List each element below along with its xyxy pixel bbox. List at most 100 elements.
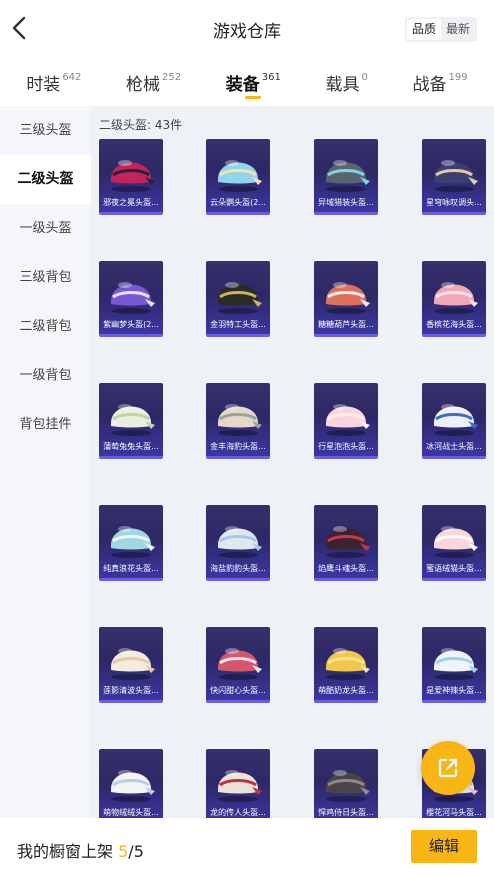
helmet-item-card[interactable]: 是爱神辣头盔... — [422, 627, 486, 703]
helmet-item-card[interactable]: 星穹咏叹调头... — [422, 139, 486, 215]
tab-count: 199 — [448, 72, 468, 83]
sort-option-newest[interactable]: 最新 — [441, 19, 475, 40]
helmet-item-card[interactable]: 香槟花海头盔... — [422, 261, 486, 337]
helmet-icon — [218, 770, 262, 802]
header: 游戏仓库 品质 最新 — [0, 0, 494, 58]
helmet-item-card[interactable]: 快闪甜心头盔... — [206, 627, 270, 703]
tab-label: 装备 — [225, 75, 260, 95]
helmet-item-card[interactable]: 海盐豹豹头盔... — [206, 505, 270, 581]
tab-vehicles[interactable]: 载具 0 — [326, 58, 368, 106]
sidebar-item-backpack-lv1[interactable]: 一级背包 — [0, 351, 91, 400]
helmet-item-name: 萌酷奶龙头盔... — [318, 686, 374, 695]
helmet-item-card[interactable]: 行星泡泡头盔... — [314, 383, 378, 459]
helmet-item-card[interactable]: 邪夜之冕头盔... — [99, 139, 163, 215]
sidebar-item-helmet-lv1[interactable]: 一级头盔 — [0, 204, 91, 253]
helmet-item-card[interactable]: 紫幽梦头盔(2... — [99, 261, 163, 337]
helmet-item-card[interactable]: 悍鸡侍日头盔... — [314, 749, 378, 818]
helmet-item-card[interactable]: 云朵鹦头盔(2... — [206, 139, 270, 215]
helmet-item-card[interactable]: 焰鹰斗魂头盔... — [314, 505, 378, 581]
helmet-icon — [111, 282, 155, 314]
sort-option-quality[interactable]: 品质 — [407, 19, 441, 40]
tab-count: 361 — [261, 72, 281, 83]
helmet-item-card[interactable]: 异域猎装头盔... — [314, 139, 378, 215]
helmet-icon — [218, 282, 262, 314]
helmet-icon — [326, 770, 370, 802]
helmet-item-name: 快闪甜心头盔... — [210, 686, 266, 695]
tab-label: 枪械 — [126, 75, 161, 95]
tab-fashion[interactable]: 时装 642 — [26, 58, 81, 106]
tab-label: 时装 — [26, 75, 61, 95]
edit-button[interactable]: 编辑 — [411, 830, 477, 863]
helmet-item-name: 云朵鹦头盔(2... — [210, 198, 266, 207]
tab-supplies[interactable]: 战备 199 — [413, 58, 468, 106]
helmet-item-card[interactable]: 莲影清波头盔... — [99, 627, 163, 703]
helmet-item-name: 紫幽梦头盔(2... — [103, 320, 159, 329]
helmet-icon — [434, 648, 478, 680]
tab-label: 载具 — [325, 75, 360, 95]
helmet-icon — [326, 648, 370, 680]
helmet-item-name: 金羽特工头盔... — [210, 320, 266, 329]
helmet-item-card[interactable]: 纯真浪花头盔... — [99, 505, 163, 581]
helmet-item-name: 蒲萄兔兔头盔... — [103, 442, 159, 451]
helmet-icon — [111, 404, 155, 436]
helmet-icon — [434, 526, 478, 558]
helmet-icon — [111, 770, 155, 802]
item-count-label: 二级头盔: 43件 — [99, 118, 183, 132]
sidebar-item-backpack-lv3[interactable]: 三级背包 — [0, 253, 91, 302]
tab-equipment[interactable]: 装备 361 — [226, 58, 281, 106]
sidebar-item-helmet-lv3[interactable]: 三级头盔 — [0, 106, 91, 155]
helmet-item-name: 是爱神辣头盔... — [426, 686, 482, 695]
helmet-item-name: 邪夜之冕头盔... — [103, 198, 159, 207]
tab-firearms[interactable]: 枪械 252 — [126, 58, 181, 106]
sidebar-item-backpack-charm[interactable]: 背包挂件 — [0, 400, 91, 449]
helmet-item-name: 行星泡泡头盔... — [318, 442, 374, 451]
tab-count: 0 — [361, 72, 368, 83]
helmet-item-name: 龙的传人头盔... — [210, 808, 266, 817]
share-button[interactable] — [421, 741, 475, 795]
helmet-item-card[interactable]: 萌物绒绒头盔... — [99, 749, 163, 818]
helmet-icon — [326, 160, 370, 192]
helmet-icon — [111, 526, 155, 558]
helmet-icon — [218, 648, 262, 680]
helmet-item-name: 蜜语绒猫头盔... — [426, 564, 482, 573]
tab-active-indicator — [245, 96, 262, 99]
sort-toggle: 品质 最新 — [405, 17, 477, 42]
showcase-total-count: /5 — [128, 842, 144, 861]
helmet-item-card[interactable]: 冰河战士头盔... — [422, 383, 486, 459]
helmet-item-name: 异域猎装头盔... — [318, 198, 374, 207]
helmet-item-name: 星穹咏叹调头... — [426, 198, 482, 207]
sidebar: 三级头盔 二级头盔 一级头盔 三级背包 二级背包 一级背包 背包挂件 — [0, 106, 91, 818]
share-icon — [438, 758, 458, 778]
helmet-item-name: 焰鹰斗魂头盔... — [318, 564, 374, 573]
helmet-item-card[interactable]: 蜜语绒猫头盔... — [422, 505, 486, 581]
bottom-bar: 我的橱窗上架 5/5 编辑 — [0, 818, 494, 875]
sidebar-item-helmet-lv2[interactable]: 二级头盔 — [0, 155, 91, 204]
helmet-item-name: 冰河战士头盔... — [426, 442, 482, 451]
helmet-item-card[interactable]: 蒲萄兔兔头盔... — [99, 383, 163, 459]
item-grid-panel: 二级头盔: 43件 邪夜之冕头盔... 云朵鹦头盔(2... 异域猎装头盔... 星穹… — [91, 106, 494, 818]
tab-label: 战备 — [412, 75, 447, 95]
helmet-icon — [218, 404, 262, 436]
helmet-item-card[interactable]: 糖糖葫芦头盔... — [314, 261, 378, 337]
helmet-item-name: 香槟花海头盔... — [426, 320, 482, 329]
tab-count: 252 — [162, 72, 182, 83]
showcase-label: 我的橱窗上架 — [17, 842, 114, 861]
helmet-icon — [218, 526, 262, 558]
helmet-item-card[interactable]: 龙的传人头盔... — [206, 749, 270, 818]
helmet-item-card[interactable]: 金丰海豹头盔... — [206, 383, 270, 459]
helmet-icon — [434, 404, 478, 436]
helmet-item-name: 纯真浪花头盔... — [103, 564, 159, 573]
sidebar-item-backpack-lv2[interactable]: 二级背包 — [0, 302, 91, 351]
helmet-icon — [218, 160, 262, 192]
helmet-item-name: 樱花河马头盔... — [426, 808, 482, 817]
helmet-item-card[interactable]: 萌酷奶龙头盔... — [314, 627, 378, 703]
helmet-icon — [111, 160, 155, 192]
showcase-current-count: 5 — [118, 842, 129, 861]
helmet-item-name: 萌物绒绒头盔... — [103, 808, 159, 817]
helmet-icon — [326, 526, 370, 558]
helmet-item-name: 海盐豹豹头盔... — [210, 564, 266, 573]
helmet-item-card[interactable]: 金羽特工头盔... — [206, 261, 270, 337]
helmet-item-name: 莲影清波头盔... — [103, 686, 159, 695]
helmet-item-name: 糖糖葫芦头盔... — [318, 320, 374, 329]
helmet-icon — [326, 282, 370, 314]
